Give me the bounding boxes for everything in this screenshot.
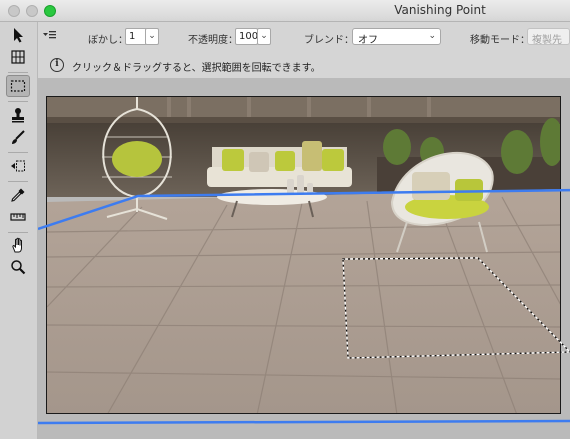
opacity-label: 不透明度：: [188, 35, 238, 46]
transform-tool-button[interactable]: [6, 155, 30, 177]
blend-select[interactable]: オフ ⌄: [352, 28, 441, 46]
create-plane-tool-button[interactable]: [6, 46, 30, 68]
measure-tool-button[interactable]: [6, 206, 30, 228]
chevron-down-icon: ⌄: [148, 31, 156, 41]
blur-dropdown-button[interactable]: ⌄: [145, 28, 159, 45]
ruler-icon: [10, 213, 26, 221]
arrow-icon: [14, 28, 23, 43]
stamp-icon: [12, 108, 24, 123]
plane-overlay: [38, 188, 570, 425]
move-mode-select[interactable]: 複製先: [527, 28, 570, 46]
transform-icon: [11, 160, 25, 172]
hint-bar: i クリック＆ドラッグすると、選択範囲を回転できます。: [38, 55, 570, 79]
tool-divider: [8, 232, 28, 233]
hand-tool-button[interactable]: [6, 234, 30, 256]
options-toolbar: ぼかし： 1 ⌄ 不透明度： 100 ⌄ ブレンド： オフ ⌄ 移動モード： 複…: [38, 22, 570, 52]
eyedropper-tool-button[interactable]: [6, 184, 30, 206]
window-title: Vanishing Point: [394, 3, 486, 17]
tool-divider: [8, 181, 28, 182]
eyedropper-icon: [11, 188, 25, 202]
grid-plane-icon: [11, 50, 25, 64]
blend-label: ブレンド：: [304, 35, 354, 46]
chevron-down-icon: ⌄: [428, 31, 436, 41]
edit-plane-tool-button[interactable]: [6, 24, 30, 46]
hint-text: クリック＆ドラッグすると、選択範囲を回転できます。: [72, 63, 321, 74]
tools-panel: [0, 22, 38, 439]
tool-divider: [8, 101, 28, 102]
hand-icon: [12, 237, 22, 252]
opacity-dropdown-button[interactable]: ⌄: [257, 28, 271, 45]
brush-tool-button[interactable]: [6, 126, 30, 148]
title-bar: Vanishing Point: [0, 0, 570, 22]
tool-divider: [8, 72, 28, 73]
blur-input[interactable]: 1: [125, 28, 147, 45]
marquee-tool-button[interactable]: [6, 75, 30, 97]
stamp-tool-button[interactable]: [6, 104, 30, 126]
info-icon: i: [50, 58, 64, 72]
blur-label: ぼかし：: [88, 35, 128, 46]
tool-divider: [8, 152, 28, 153]
move-mode-label: 移動モード：: [470, 35, 530, 46]
panel-menu-icon[interactable]: [43, 29, 57, 44]
blend-select-value: オフ: [358, 35, 378, 46]
preview-canvas[interactable]: [38, 78, 570, 439]
chevron-down-icon: ⌄: [260, 31, 268, 41]
brush-icon: [12, 130, 25, 144]
magnifier-icon: [11, 260, 26, 275]
marquee-icon: [10, 80, 26, 92]
zoom-tool-button[interactable]: [6, 256, 30, 278]
opacity-input[interactable]: 100: [235, 28, 258, 45]
